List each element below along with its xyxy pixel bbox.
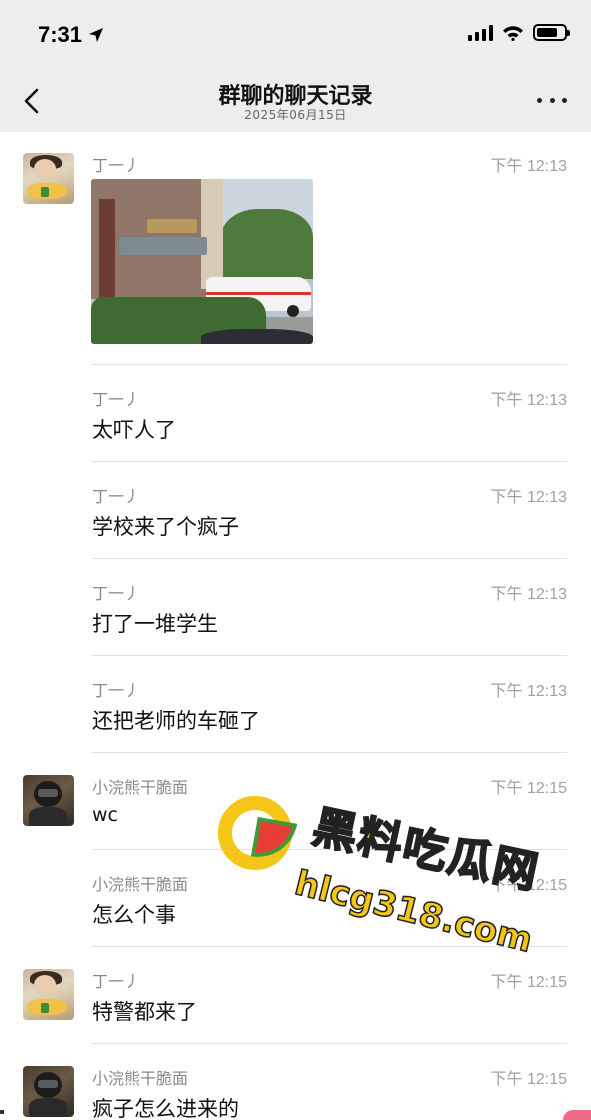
message-text: 太吓人了 bbox=[92, 418, 176, 442]
sender-name: 丁一丿 bbox=[92, 584, 141, 603]
message-text: 学校来了个疯子 bbox=[92, 515, 239, 539]
list-item[interactable]: 小浣熊干脆面 下午 12:15 wc bbox=[0, 753, 591, 850]
wifi-icon bbox=[503, 25, 523, 41]
list-item[interactable]: 丁一丿 下午 12:15 特警都来了 bbox=[0, 947, 591, 1044]
message-text: wc bbox=[92, 804, 118, 826]
cellular-signal-icon bbox=[468, 24, 493, 41]
more-dot-icon bbox=[537, 97, 542, 103]
sender-name: 小浣熊干脆面 bbox=[92, 875, 189, 894]
message-text: 特警都来了 bbox=[92, 1000, 197, 1024]
page-subtitle: 2025年06月15日 bbox=[244, 108, 347, 122]
avatar[interactable] bbox=[23, 1066, 74, 1117]
message-time: 下午 12:13 bbox=[490, 392, 568, 409]
more-dot-icon bbox=[562, 97, 567, 103]
message-text: 怎么个事 bbox=[92, 903, 176, 927]
avatar[interactable] bbox=[23, 775, 74, 826]
message-time: 下午 12:13 bbox=[490, 158, 568, 175]
message-time: 下午 12:15 bbox=[490, 1071, 568, 1088]
sender-name: 小浣熊干脆面 bbox=[92, 1069, 189, 1088]
sender-name: 小浣熊干脆面 bbox=[92, 778, 189, 797]
sender-name: 丁一丿 bbox=[92, 487, 141, 506]
list-item[interactable]: 丁一丿 下午 12:13 太吓人了 bbox=[0, 365, 591, 462]
status-time: 7:31 bbox=[38, 22, 104, 48]
list-item[interactable]: 丁一丿 下午 12:13 打了一堆学生 bbox=[0, 559, 591, 656]
sender-name: 丁一丿 bbox=[92, 156, 141, 175]
corner-mark bbox=[0, 1110, 4, 1114]
message-image[interactable] bbox=[91, 179, 313, 344]
list-item[interactable]: 丁一丿 下午 12:13 学校来了个疯子 bbox=[0, 462, 591, 559]
location-arrow-icon bbox=[89, 28, 104, 42]
list-item[interactable]: 小浣熊干脆面 下午 12:15 疯子怎么进来的 bbox=[0, 1044, 591, 1120]
chat-history-list[interactable]: 丁一丿 下午 12:13 丁一丿 下午 12:13 太吓人了 丁一丿 下午 12… bbox=[0, 132, 591, 1120]
message-time: 下午 12:13 bbox=[490, 683, 568, 700]
battery-icon bbox=[533, 24, 570, 41]
message-time: 下午 12:13 bbox=[490, 586, 568, 603]
status-time-text: 7:31 bbox=[38, 22, 83, 47]
message-time: 下午 12:13 bbox=[490, 489, 568, 506]
more-options-button[interactable] bbox=[537, 96, 567, 104]
sender-name: 丁一丿 bbox=[92, 390, 141, 409]
message-time: 下午 12:15 bbox=[490, 780, 568, 797]
message-time: 下午 12:15 bbox=[490, 877, 568, 894]
status-bar: 7:31 bbox=[0, 0, 591, 70]
sender-name: 丁一丿 bbox=[92, 972, 141, 991]
list-item[interactable]: 小浣熊干脆面 下午 12:15 怎么个事 bbox=[0, 850, 591, 947]
avatar[interactable] bbox=[23, 969, 74, 1020]
message-time: 下午 12:15 bbox=[490, 974, 568, 991]
avatar[interactable] bbox=[23, 153, 74, 204]
message-text: 打了一堆学生 bbox=[92, 612, 218, 636]
list-item[interactable]: 丁一丿 下午 12:13 bbox=[0, 132, 591, 365]
message-text: 还把老师的车砸了 bbox=[92, 709, 260, 733]
nav-bar: 群聊的聊天记录 2025年06月15日 bbox=[0, 70, 591, 132]
corner-decoration bbox=[563, 1110, 591, 1120]
sender-name: 丁一丿 bbox=[92, 681, 141, 700]
status-indicators bbox=[468, 24, 570, 41]
more-dot-icon bbox=[549, 97, 555, 103]
message-text: 疯子怎么进来的 bbox=[92, 1097, 239, 1120]
list-item[interactable]: 丁一丿 下午 12:13 还把老师的车砸了 bbox=[0, 656, 591, 753]
